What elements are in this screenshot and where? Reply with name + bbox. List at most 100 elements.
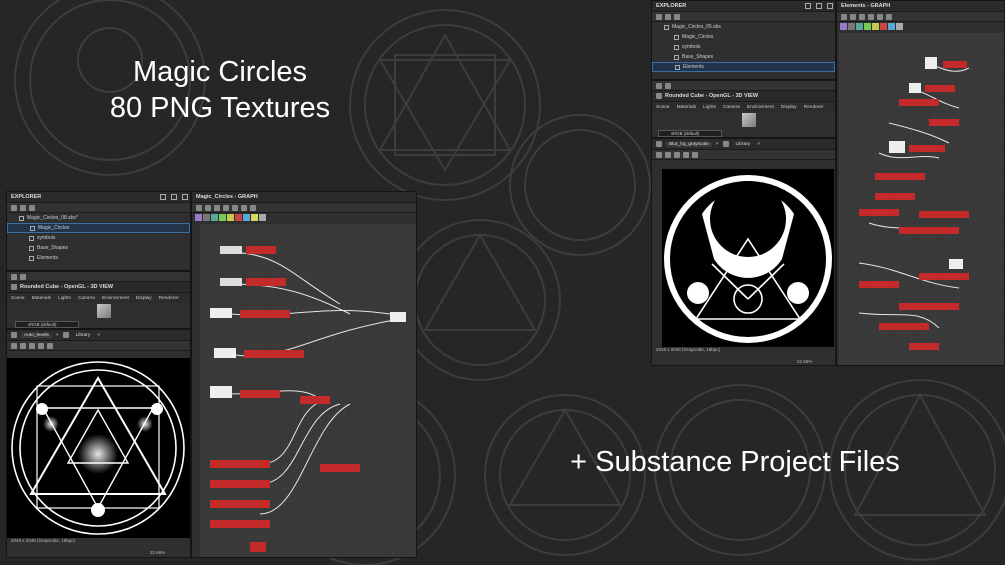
channel-icon[interactable] xyxy=(656,151,662,158)
tree-root-file[interactable]: Magic_Circles_08.sbs* xyxy=(7,213,190,223)
histogram-icon[interactable] xyxy=(692,151,698,158)
node-shortcut[interactable] xyxy=(235,214,242,221)
layout-icon[interactable] xyxy=(656,82,662,89)
node-shortcut[interactable] xyxy=(896,23,903,30)
node-shortcut[interactable] xyxy=(259,214,266,221)
menu-scene[interactable]: Scene xyxy=(11,296,25,301)
node-graph-canvas[interactable] xyxy=(839,33,1004,365)
close-icon[interactable]: × xyxy=(97,333,100,338)
zoom-icon[interactable] xyxy=(868,13,874,20)
node-shortcut[interactable] xyxy=(219,214,226,221)
channel-icon[interactable] xyxy=(11,342,17,349)
camera-icon[interactable] xyxy=(214,204,220,211)
tile-icon[interactable] xyxy=(20,342,26,349)
zoom-icon[interactable] xyxy=(223,204,229,211)
close-icon[interactable] xyxy=(827,3,833,9)
close-icon[interactable]: × xyxy=(757,142,760,147)
tab-library[interactable]: Library xyxy=(733,142,754,147)
tree-item-base-shapes[interactable]: Base_Shapes xyxy=(652,52,835,62)
menu-display[interactable]: Display xyxy=(136,296,152,301)
texture-preview[interactable] xyxy=(662,169,834,347)
menu-environment[interactable]: Environment xyxy=(747,105,774,110)
node-graph-canvas[interactable] xyxy=(200,224,416,557)
colorspace-dropdown[interactable]: sRGB (default) xyxy=(658,130,722,137)
zoom-level[interactable]: 22.66% xyxy=(150,550,165,555)
camera-icon[interactable] xyxy=(859,13,865,20)
settings-icon[interactable] xyxy=(886,13,892,20)
link-icon[interactable] xyxy=(232,204,238,211)
folder-icon[interactable] xyxy=(674,13,680,20)
node-shortcut[interactable] xyxy=(856,23,863,30)
tree-item-elements[interactable]: Elements xyxy=(7,253,190,263)
close-icon[interactable] xyxy=(182,194,188,200)
menu-display[interactable]: Display xyxy=(781,105,797,110)
link-icon[interactable] xyxy=(877,13,883,20)
node-shortcut[interactable] xyxy=(840,23,847,30)
float-icon[interactable] xyxy=(816,3,822,9)
node-shortcut[interactable] xyxy=(203,214,210,221)
info-icon[interactable] xyxy=(38,342,44,349)
cursor-icon[interactable] xyxy=(850,13,856,20)
node-shortcut[interactable] xyxy=(251,214,258,221)
menu-scene[interactable]: Scene xyxy=(656,105,670,110)
tile-icon[interactable] xyxy=(665,151,671,158)
tree-root-file[interactable]: Magic_Circles_05.sbs xyxy=(652,22,835,32)
folder-icon[interactable] xyxy=(29,204,35,211)
explorer-tree: Magic_Circles_08.sbs* Magic_Circles symb… xyxy=(7,213,190,263)
menu-camera[interactable]: Camera xyxy=(723,105,740,110)
menu-lights[interactable]: Lights xyxy=(703,105,716,110)
zoom-level[interactable]: 22.66% xyxy=(797,359,812,364)
tab-library[interactable]: Library xyxy=(73,333,94,338)
histogram-icon[interactable] xyxy=(47,342,53,349)
tree-item-elements[interactable]: Elements xyxy=(652,62,835,72)
node-shortcut[interactable] xyxy=(227,214,234,221)
rounded-cube-preview[interactable] xyxy=(97,304,111,318)
tree-item-symbols[interactable]: symbols xyxy=(7,233,190,243)
save-icon[interactable] xyxy=(656,13,662,20)
refresh-icon[interactable] xyxy=(665,13,671,20)
node-shortcut[interactable] xyxy=(211,214,218,221)
menu-renderer[interactable]: Renderer xyxy=(159,296,179,301)
tree-item-magic-circles[interactable]: Magic_Circles xyxy=(652,32,835,42)
rounded-cube-preview[interactable] xyxy=(742,113,756,127)
float-icon[interactable] xyxy=(171,194,177,200)
texture-preview[interactable] xyxy=(7,358,190,538)
node-shortcut[interactable] xyxy=(888,23,895,30)
menu-environment[interactable]: Environment xyxy=(102,296,129,301)
graph-toolbar xyxy=(192,203,416,213)
close-icon[interactable]: × xyxy=(56,333,59,338)
grid-icon[interactable] xyxy=(196,204,202,211)
tree-item-symbols[interactable]: symbols xyxy=(652,42,835,52)
menu-camera[interactable]: Camera xyxy=(78,296,95,301)
menu-lights[interactable]: Lights xyxy=(58,296,71,301)
info-icon[interactable] xyxy=(683,151,689,158)
tab-auto-levels[interactable]: Auto_levels xyxy=(21,332,52,338)
menu-renderer[interactable]: Renderer xyxy=(804,105,824,110)
node-shortcut[interactable] xyxy=(848,23,855,30)
pin-icon[interactable] xyxy=(160,194,166,200)
cursor-icon[interactable] xyxy=(205,204,211,211)
layout-icon[interactable] xyxy=(11,273,17,280)
grid-icon[interactable] xyxy=(841,13,847,20)
node-shortcut[interactable] xyxy=(872,23,879,30)
save-icon[interactable] xyxy=(11,204,17,211)
alpha-icon[interactable] xyxy=(674,151,680,158)
menu-materials[interactable]: Materials xyxy=(32,296,51,301)
close-icon[interactable]: × xyxy=(716,142,719,147)
info-icon[interactable] xyxy=(665,82,671,89)
node-shortcut[interactable] xyxy=(864,23,871,30)
info-icon[interactable] xyxy=(20,273,26,280)
colorspace-dropdown[interactable]: sRGB (default) xyxy=(15,321,79,328)
tab-blur-hq-grayscale[interactable]: Blur_hq_grayscale xyxy=(666,141,712,147)
pin-icon[interactable] xyxy=(805,3,811,9)
pen-icon[interactable] xyxy=(241,204,247,211)
alpha-icon[interactable] xyxy=(29,342,35,349)
node-shortcut[interactable] xyxy=(195,214,202,221)
tree-item-magic-circles[interactable]: Magic_Circles xyxy=(7,223,190,233)
menu-materials[interactable]: Materials xyxy=(677,105,696,110)
settings-icon[interactable] xyxy=(250,204,256,211)
node-shortcut[interactable] xyxy=(243,214,250,221)
node-shortcut[interactable] xyxy=(880,23,887,30)
refresh-icon[interactable] xyxy=(20,204,26,211)
tree-item-base-shapes[interactable]: Base_Shapes xyxy=(7,243,190,253)
